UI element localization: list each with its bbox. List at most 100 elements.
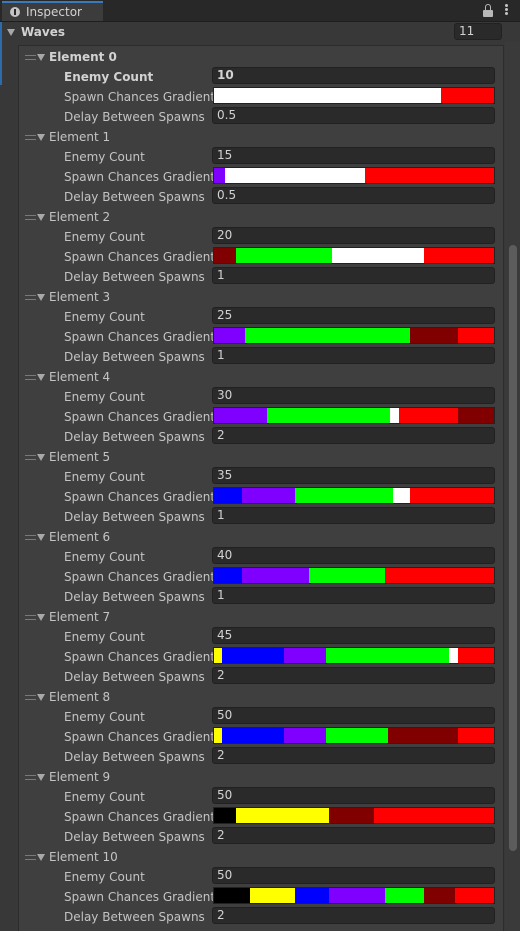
gradient-segment <box>325 728 388 743</box>
enemy-count-field[interactable]: 15 <box>212 147 495 164</box>
foldout-arrow-icon[interactable] <box>7 29 15 36</box>
foldout-arrow-icon[interactable] <box>37 534 45 541</box>
drag-handle-icon[interactable] <box>25 135 36 140</box>
delay-label: Delay Between Spawns <box>64 190 205 204</box>
scroll-thumb[interactable] <box>509 245 517 851</box>
foldout-arrow-icon[interactable] <box>37 374 45 381</box>
delay-field[interactable]: 1 <box>212 587 495 604</box>
drag-handle-icon[interactable] <box>25 535 36 540</box>
enemy-count-label: Enemy Count <box>64 550 145 564</box>
spawn-gradient-field[interactable] <box>213 247 495 264</box>
more-options-icon[interactable] <box>503 3 509 18</box>
spawn-gradient-field[interactable] <box>213 487 495 504</box>
enemy-count-field[interactable]: 25 <box>212 307 495 324</box>
enemy-count-field[interactable]: 30 <box>212 387 495 404</box>
enemy-count-field[interactable]: 10 <box>212 67 495 84</box>
element-title[interactable]: Element 4 <box>49 370 110 384</box>
element-title[interactable]: Element 0 <box>49 50 117 64</box>
foldout-arrow-icon[interactable] <box>37 454 45 461</box>
element-title[interactable]: Element 10 <box>49 850 118 864</box>
foldout-arrow-icon[interactable] <box>37 294 45 301</box>
spawn-gradient-field[interactable] <box>213 887 495 904</box>
spawn-gradient-field[interactable] <box>213 87 495 104</box>
enemy-count-field[interactable]: 50 <box>212 787 495 804</box>
lock-icon[interactable] <box>483 4 493 17</box>
drag-handle-icon[interactable] <box>25 375 36 380</box>
drag-handle-icon[interactable] <box>25 55 36 60</box>
element-title[interactable]: Element 7 <box>49 610 110 624</box>
foldout-arrow-icon[interactable] <box>37 54 45 61</box>
enemy-count-field[interactable]: 35 <box>212 467 495 484</box>
delay-field[interactable]: 2 <box>212 827 495 844</box>
spawn-gradient-field[interactable] <box>213 327 495 344</box>
enemy-count-field[interactable]: 20 <box>212 227 495 244</box>
foldout-arrow-icon[interactable] <box>37 134 45 141</box>
drag-handle-icon[interactable] <box>25 695 36 700</box>
gradient-segment <box>214 168 226 183</box>
gradient-segment <box>283 728 326 743</box>
wave-element: Element 5 Enemy Count 35 Spawn Chances Grad… <box>0 446 505 526</box>
delay-field[interactable]: 0.5 <box>212 187 495 204</box>
element-title[interactable]: Element 8 <box>49 690 110 704</box>
enemy-count-field[interactable]: 40 <box>212 547 495 564</box>
delay-field[interactable]: 2 <box>212 667 495 684</box>
waves-header[interactable]: Waves 11 <box>0 22 505 42</box>
drag-handle-icon[interactable] <box>25 855 36 860</box>
element-title[interactable]: Element 1 <box>49 130 110 144</box>
wave-element: Element 1 Enemy Count 15 Spawn Chances Grad… <box>0 126 505 206</box>
enemy-count-label: Enemy Count <box>64 70 154 84</box>
gradient-segment <box>373 808 494 823</box>
element-title[interactable]: Element 3 <box>49 290 110 304</box>
foldout-arrow-icon[interactable] <box>37 694 45 701</box>
delay-field[interactable]: 2 <box>212 907 495 924</box>
element-title[interactable]: Element 2 <box>49 210 110 224</box>
gradient-segment <box>393 488 410 503</box>
scrollbar[interactable] <box>505 42 520 931</box>
tab-inspector[interactable]: Inspector <box>2 1 103 21</box>
delay-label: Delay Between Spawns <box>64 830 205 844</box>
delay-field[interactable]: 1 <box>212 267 495 284</box>
spawn-gradient-field[interactable] <box>213 567 495 584</box>
gradient-label: Spawn Chances Gradient <box>64 730 216 744</box>
foldout-arrow-icon[interactable] <box>37 214 45 221</box>
element-title[interactable]: Element 9 <box>49 770 110 784</box>
spawn-gradient-field[interactable] <box>213 407 495 424</box>
gradient-segment <box>214 328 245 343</box>
enemy-count-field[interactable]: 50 <box>212 707 495 724</box>
gradient-segment <box>398 408 458 423</box>
drag-handle-icon[interactable] <box>25 775 36 780</box>
element-title[interactable]: Element 5 <box>49 450 110 464</box>
element-title[interactable]: Element 6 <box>49 530 110 544</box>
gradient-segment <box>267 408 391 423</box>
drag-handle-icon[interactable] <box>25 455 36 460</box>
gradient-segment <box>409 488 494 503</box>
drag-handle-icon[interactable] <box>25 295 36 300</box>
delay-field[interactable]: 0.5 <box>212 107 495 124</box>
foldout-arrow-icon[interactable] <box>37 854 45 861</box>
enemy-count-field[interactable]: 45 <box>212 627 495 644</box>
info-icon <box>10 7 20 17</box>
array-size-field[interactable]: 11 <box>454 23 502 40</box>
drag-handle-icon[interactable] <box>25 615 36 620</box>
foldout-arrow-icon[interactable] <box>37 614 45 621</box>
foldout-arrow-icon[interactable] <box>37 774 45 781</box>
spawn-gradient-field[interactable] <box>213 647 495 664</box>
delay-field[interactable]: 2 <box>212 747 495 764</box>
spawn-gradient-field[interactable] <box>213 807 495 824</box>
gradient-segment <box>214 888 251 903</box>
gradient-label: Spawn Chances Gradient <box>64 810 216 824</box>
tab-bar: Inspector <box>0 0 520 22</box>
gradient-segment <box>457 648 494 663</box>
spawn-gradient-field[interactable] <box>213 167 495 184</box>
enemy-count-label: Enemy Count <box>64 630 145 644</box>
delay-field[interactable]: 1 <box>212 507 495 524</box>
enemy-count-label: Enemy Count <box>64 230 145 244</box>
drag-handle-icon[interactable] <box>25 215 36 220</box>
gradient-label: Spawn Chances Gradient <box>64 490 216 504</box>
spawn-gradient-field[interactable] <box>213 727 495 744</box>
enemy-count-field[interactable]: 50 <box>212 867 495 884</box>
gradient-segment <box>214 248 237 263</box>
delay-field[interactable]: 2 <box>212 427 495 444</box>
delay-field[interactable]: 1 <box>212 347 495 364</box>
gradient-segment <box>423 888 455 903</box>
